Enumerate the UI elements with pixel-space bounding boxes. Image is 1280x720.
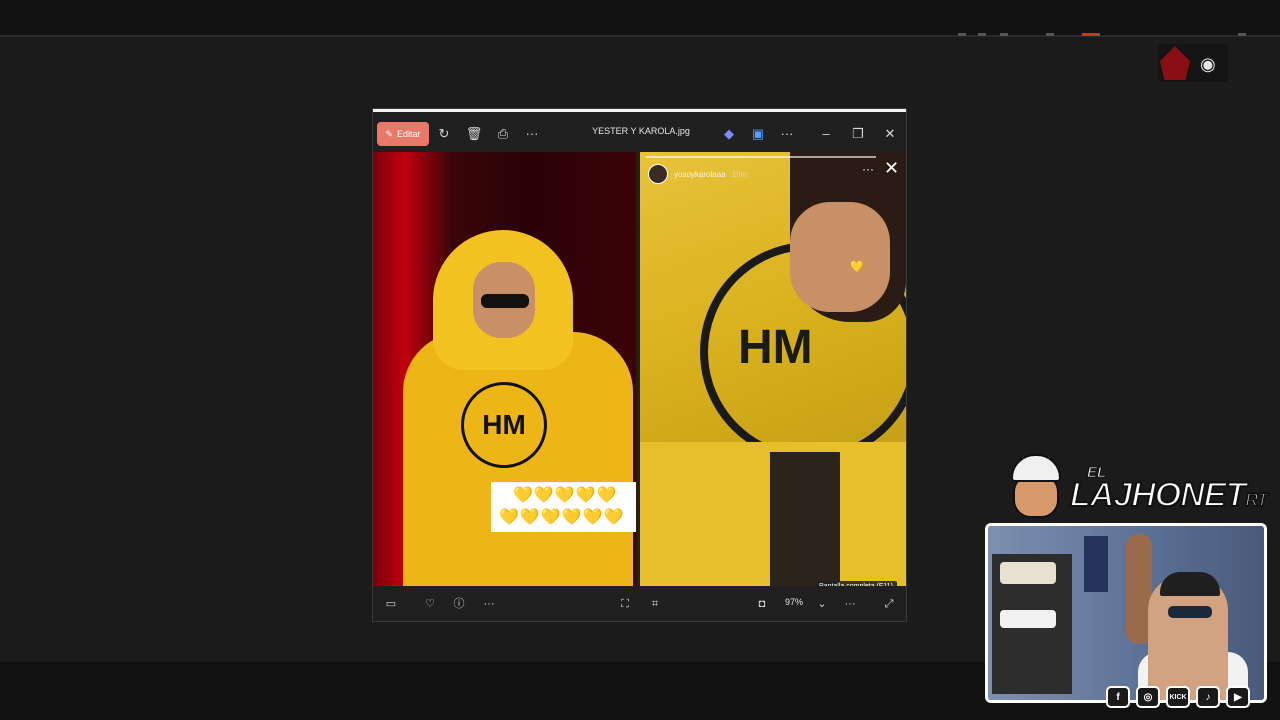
top-screen-strip — [0, 0, 1280, 37]
story-progress-bar — [646, 156, 876, 158]
brand-name-suffix: RT — [1244, 490, 1269, 510]
scan-icon[interactable]: ⌗ — [647, 596, 663, 612]
tiktok-icon: ♪ — [1196, 686, 1220, 708]
edit-button-label: Editar — [397, 129, 421, 139]
streamer-brand: EL LAJHONETRT — [995, 452, 1275, 528]
story-time: 19m — [731, 169, 748, 179]
crop-icon[interactable]: ⛶ — [617, 596, 633, 612]
chevron-down-icon[interactable]: ⌄ — [814, 596, 830, 612]
tray-mark-active — [1082, 33, 1100, 36]
favorite-heart-icon[interactable]: ♡ — [422, 596, 438, 612]
hoodie-logo: HM — [461, 382, 547, 468]
story-more-icon: ··· — [862, 162, 874, 176]
tray-mark — [1046, 33, 1054, 36]
tray-mark — [978, 33, 986, 36]
delete-icon[interactable]: 🗑 — [465, 125, 483, 143]
brand-name: LAJHONETRT — [1069, 476, 1269, 514]
window-title: YESTER Y KAROLA.jpg — [592, 126, 690, 136]
facebook-icon: f — [1106, 686, 1130, 708]
tray-mark — [958, 33, 966, 36]
avatar — [648, 164, 668, 184]
photo-left-yellow-hoodie: HM 💛💛💛💛💛 💛💛💛💛💛💛 — [373, 152, 636, 586]
story-username: yosoykarolaaa — [674, 169, 726, 179]
restore-icon[interactable]: ❐ — [849, 125, 867, 143]
copilot-icon[interactable]: ◆ — [720, 125, 738, 143]
print-icon[interactable]: ⎙ — [494, 125, 512, 143]
hearts-row: 💛💛💛💛💛 — [513, 487, 618, 504]
youtube-icon: ▶ — [1226, 686, 1250, 708]
yellow-hearts-sticker: 💛💛💛💛💛 💛💛💛💛💛💛 — [491, 482, 636, 532]
designer-icon[interactable]: ▣ — [749, 125, 767, 143]
skin — [790, 202, 890, 312]
shadow — [770, 452, 840, 586]
avatar-cap — [1011, 454, 1061, 482]
photos-viewer-window: ✎ Editar ↻ 🗑 ⎙ ··· YESTER Y KAROLA.jpg ◆… — [372, 108, 907, 622]
bottom-toolbar: ▭ ♡ ⓘ ··· ⛶ ⌗ ◘ 97% ⌄ ··· ⤢ — [373, 586, 906, 621]
instagram-icon: ◎ — [1136, 686, 1160, 708]
fullscreen-icon[interactable]: ⤢ — [881, 596, 897, 612]
story-header: yosoykarolaaa 19m — [648, 164, 747, 184]
zoom-level[interactable]: 97% — [785, 597, 803, 607]
hearts-row: 💛💛💛💛💛💛 — [499, 509, 625, 526]
edit-button[interactable]: ✎ Editar — [377, 122, 429, 146]
cartoon-avatar — [1005, 454, 1063, 524]
wall-poster — [1084, 536, 1108, 592]
shoe — [1000, 610, 1056, 628]
brand-name-main: LAJHONET — [1069, 476, 1247, 514]
tray-mark — [1000, 33, 1008, 36]
photo-right-story: HM 💛 yosoykarolaaa 19m ··· ✕ — [640, 152, 906, 586]
shoe-box — [1000, 562, 1056, 584]
social-links: f ◎ KICK ♪ ▶ — [1106, 686, 1250, 708]
rotate-icon[interactable]: ↻ — [435, 125, 453, 143]
story-close-icon: ✕ — [884, 158, 900, 178]
minimize-icon[interactable]: – — [817, 125, 835, 143]
more-options-icon[interactable]: ··· — [481, 596, 497, 612]
person-cap — [1160, 572, 1220, 596]
more-options-icon[interactable]: ··· — [523, 125, 541, 143]
webcam-overlay — [985, 523, 1267, 703]
title-bar: ✎ Editar ↻ 🗑 ⎙ ··· YESTER Y KAROLA.jpg ◆… — [373, 109, 906, 153]
close-icon[interactable]: ✕ — [881, 125, 899, 143]
tray-mark — [1238, 33, 1246, 36]
heart-icon: 💛 — [850, 261, 864, 273]
channel-logo: ◉ — [1158, 44, 1228, 82]
info-icon[interactable]: ⓘ — [451, 596, 467, 612]
eye-logo-icon: ◉ — [1200, 54, 1216, 74]
filmstrip-icon[interactable]: ▭ — [383, 596, 399, 612]
fit-to-window-icon[interactable]: ◘ — [754, 596, 770, 612]
image-canvas: HM 💛💛💛💛💛 💛💛💛💛💛💛 HM 💛 yosoykarolaaa 19m ·… — [373, 152, 906, 592]
person-glasses — [1168, 606, 1212, 618]
sunglasses — [481, 294, 529, 308]
kick-icon: KICK — [1166, 686, 1190, 708]
more-options-icon[interactable]: ··· — [842, 596, 858, 612]
edit-icon: ✎ — [385, 128, 394, 139]
house-logo-icon — [1160, 46, 1190, 80]
more-options-icon[interactable]: ··· — [778, 125, 796, 143]
